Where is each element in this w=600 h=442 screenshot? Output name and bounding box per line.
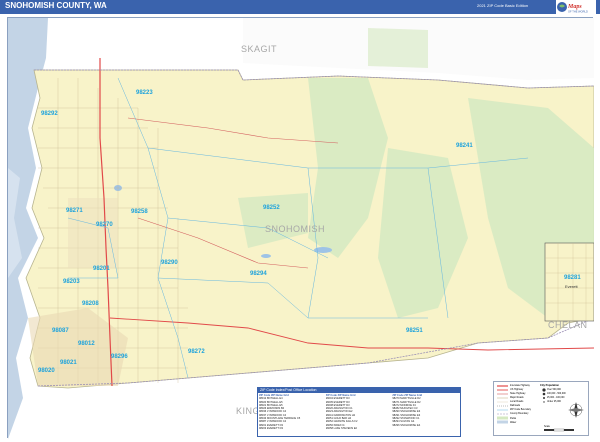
county-label-snohomish: SNOHOMISH <box>265 224 326 234</box>
map-area: SKAGIT SNOHOMISH CHELAN KING 98223 98292… <box>7 17 594 439</box>
key-row-label: State Highway <box>510 392 526 395</box>
legend-column-1: ZIP Code ZIP Name Grid 98012 BOTHELL E4 … <box>259 394 326 430</box>
compass-rose-icon <box>568 402 584 418</box>
zip-label: 98223 <box>136 90 153 96</box>
logo-text-world: OF THE WORLD <box>568 10 588 14</box>
zip-label: 98272 <box>188 349 205 355</box>
county-label-chelan: CHELAN <box>548 320 588 330</box>
key-row-label: Local Roads <box>510 400 524 403</box>
edition-label: 2021 ZIP Code Basic Edition <box>477 3 529 8</box>
city-size-title: City Population <box>540 384 560 387</box>
city-size-label: Over 500,000 <box>547 388 561 391</box>
zip-index-legend: ZIP Code Index/Post Office Location ZIP … <box>257 387 461 437</box>
zip-label: 98251 <box>406 328 423 334</box>
key-row-label: Parks <box>510 416 517 420</box>
key-row-label: Water <box>510 420 517 424</box>
county-label-skagit: SKAGIT <box>241 44 278 54</box>
zip-label: 98294 <box>250 271 267 277</box>
key-row-label: ZIP Code Boundary <box>510 408 531 411</box>
title-bar: SNOHOMISH COUNTY, WA 2021 ZIP Code Basic… <box>0 0 600 14</box>
zip-label: 98203 <box>63 279 80 285</box>
zip-label: 98012 <box>78 341 95 347</box>
key-row-label: Railroads <box>510 404 521 407</box>
logo-text-maps: Maps <box>567 4 582 10</box>
inset-city-label: Everett <box>565 284 578 289</box>
map-title: SNOHOMISH COUNTY, WA <box>5 1 107 10</box>
legend-row: 98203 EVERETT D3 <box>259 426 283 430</box>
zip-label: 98208 <box>82 301 99 307</box>
zip-label: 98087 <box>52 328 69 334</box>
zip-label: 98290 <box>161 260 178 266</box>
zip-label: 98021 <box>60 360 77 366</box>
key-row-label: Interstate Highway <box>510 384 530 387</box>
city-size-label: 100,000 - 500,000 <box>547 392 566 395</box>
map-page: SNOHOMISH COUNTY, WA 2021 ZIP Code Basic… <box>0 0 600 442</box>
park-area-5 <box>368 28 428 68</box>
legend-column-3: ZIP Code ZIP Name Grid 98270 MARYSVILLE … <box>392 394 459 430</box>
legend-row: 98258 LAKE STEVENS E2 <box>325 426 358 430</box>
inset-zip-label: 98281 <box>564 275 581 281</box>
zip-label: 98292 <box>41 111 58 117</box>
zip-label: 98201 <box>93 266 110 272</box>
zip-label: 98252 <box>263 205 280 211</box>
map-key: Interstate Highway US Highway State High… <box>493 381 589 436</box>
map-key-graphic <box>497 385 584 432</box>
city-size-label: Under 25,000 <box>547 400 561 403</box>
inset-map-frame <box>544 242 594 322</box>
zip-label: 98296 <box>111 354 128 360</box>
lake-2 <box>261 254 271 258</box>
scale-label: Scale <box>544 425 550 428</box>
zip-label: 98258 <box>131 209 148 215</box>
maps-of-the-world-logo: Maps OF THE WORLD <box>556 0 596 14</box>
key-row-label: Major Roads <box>510 396 524 399</box>
key-row-label: County Boundary <box>510 412 529 415</box>
key-row-label: US Highway <box>510 388 524 391</box>
legend-column-2: ZIP Code ZIP Name Grid 98204 EVERETT D3 … <box>326 394 393 430</box>
legend-row: 98296 SNOHOMISH E4 <box>392 423 421 427</box>
zip-label: 98241 <box>456 143 473 149</box>
city-size-label: 25,000 - 100,000 <box>547 396 565 399</box>
zip-label: 98020 <box>38 368 55 374</box>
zip-label: 98271 <box>66 208 83 214</box>
zip-label: 98270 <box>96 222 113 228</box>
